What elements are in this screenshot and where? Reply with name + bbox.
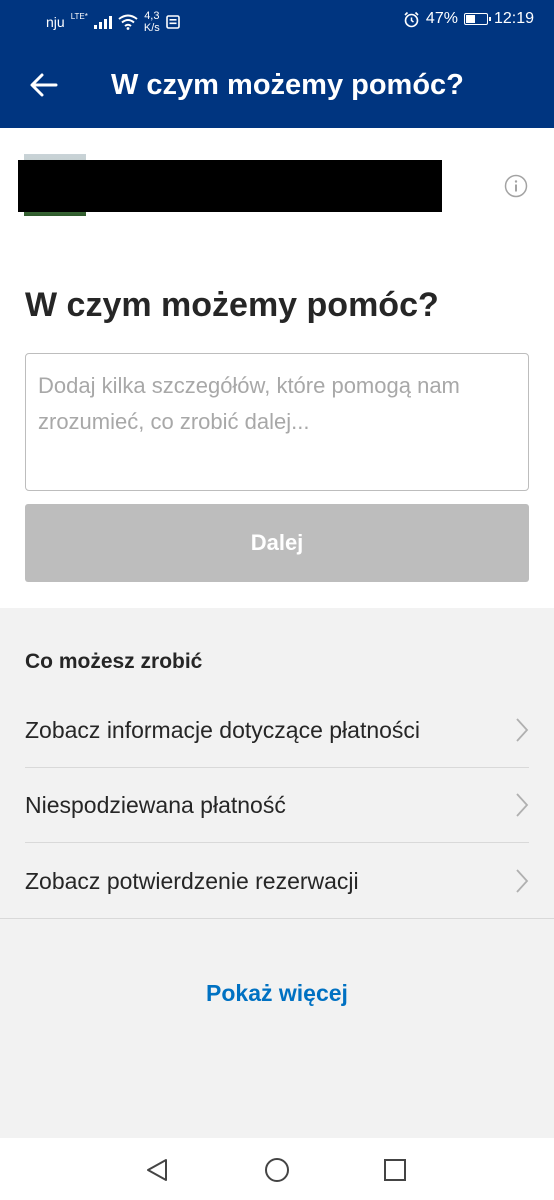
page-title: W czym możemy pomóc? <box>111 69 464 101</box>
status-left: nju LTE* 4,3 K/s <box>46 10 180 34</box>
wifi-icon <box>118 14 138 30</box>
info-button[interactable] <box>504 174 528 198</box>
next-button[interactable]: Dalej <box>25 504 529 582</box>
list-item-label: Zobacz potwierdzenie rezerwacji <box>25 868 359 894</box>
battery-percent: 47% <box>425 10 458 27</box>
status-bar: nju LTE* 4,3 K/s 47% 12:19 <box>0 0 554 42</box>
booking-card[interactable] <box>0 128 554 240</box>
help-form-card: W czym możemy pomóc? Dalej <box>0 226 554 608</box>
list-item-label: Niespodziewana płatność <box>25 792 286 818</box>
actions-section-title: Co możesz zrobić <box>25 650 203 673</box>
list-item-label: Zobacz informacje dotyczące płatności <box>25 717 421 743</box>
show-more-link[interactable]: Pokaż więcej <box>0 980 554 1007</box>
redacted-booking-details <box>18 160 442 212</box>
back-button[interactable] <box>26 67 62 103</box>
network-speed: 4,3 K/s <box>144 10 160 34</box>
list-item-unexpected-payment[interactable]: Niespodziewana płatność <box>25 768 529 843</box>
carrier-name: nju <box>46 14 65 30</box>
speed-unit: K/s <box>143 22 160 34</box>
battery-icon <box>463 13 491 25</box>
alarm-icon <box>404 11 419 27</box>
system-nav-bar <box>0 1138 554 1200</box>
signal-icon <box>93 15 112 29</box>
home-circle-icon[interactable] <box>263 1156 291 1184</box>
notification-icon <box>165 15 180 29</box>
app-bar: W czym możemy pomóc? <box>0 42 554 128</box>
arrow-left-icon <box>30 73 58 97</box>
list-item-payment-info[interactable]: Zobacz informacje dotyczące płatności <box>25 693 529 768</box>
network-type: LTE* <box>70 11 88 21</box>
clock: 12:19 <box>493 10 534 27</box>
chevron-right-icon <box>516 793 529 817</box>
speed-value: 4,3 <box>144 10 160 22</box>
recents-square-icon[interactable] <box>381 1156 409 1184</box>
help-heading: W czym możemy pomóc? <box>25 286 439 324</box>
status-right: 47% 12:19 <box>403 10 534 28</box>
battery-level <box>465 15 475 23</box>
details-input[interactable] <box>25 353 529 491</box>
info-icon <box>504 174 528 198</box>
list-item-booking-confirmation[interactable]: Zobacz potwierdzenie rezerwacji <box>0 844 554 919</box>
back-triangle-icon[interactable] <box>144 1156 172 1184</box>
chevron-right-icon <box>516 869 529 893</box>
chevron-right-icon <box>516 718 529 742</box>
